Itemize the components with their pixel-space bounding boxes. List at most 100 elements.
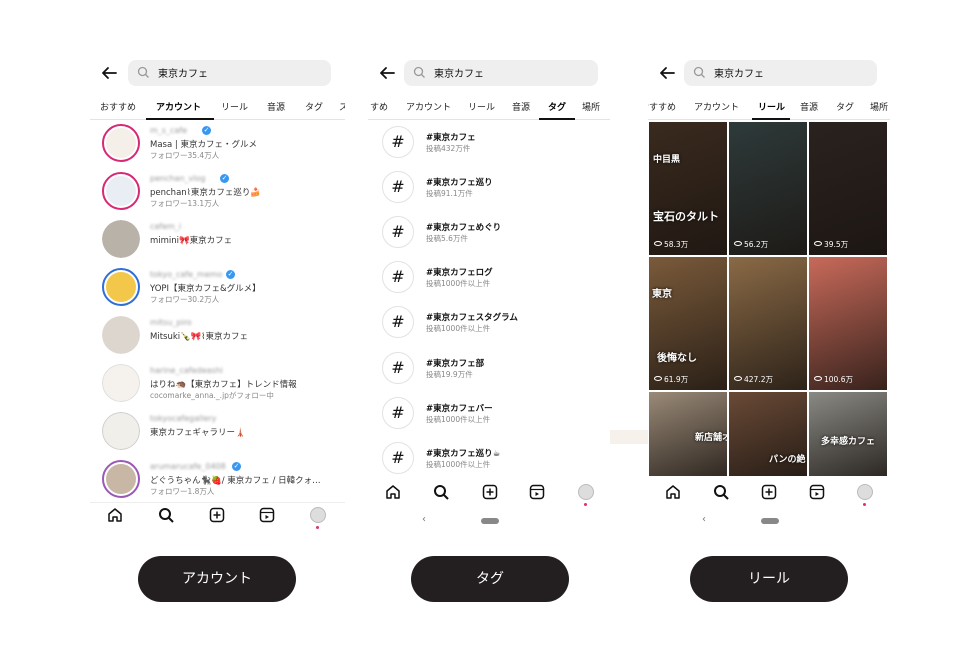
tags-caption-button[interactable]: タグ [411,556,569,602]
search-input[interactable]: 東京カフェ [404,60,598,86]
create-icon[interactable] [209,507,225,523]
search-input[interactable]: 東京カフェ [128,60,331,86]
search-tabs: すめ アカウント リール 音源 タグ 場所 [368,96,610,120]
tab-accounts[interactable]: アカウント [694,100,739,113]
reel-tile[interactable]: 56.2万 [729,122,807,255]
home-pill[interactable] [761,518,779,524]
account-name: mimini🎀東京カフェ [150,236,233,246]
avatar [102,172,140,210]
tab-accounts[interactable]: アカウント [156,100,201,113]
verified-badge-icon: ✓ [202,126,211,135]
profile-icon[interactable] [578,484,594,500]
tag-row[interactable]: # #東京カフェめぐり 投稿5.6万件 [368,212,610,257]
notification-dot [584,503,587,506]
search-icon[interactable] [433,484,449,500]
reel-overlay-title: 後悔なし [657,353,697,364]
tag-row[interactable]: # #東京カフェ部 投稿19.9万件 [368,348,610,393]
reel-tile[interactable]: 中目黒 宝石のタルト 58.3万 [649,122,727,255]
account-row[interactable]: harine_cafedeashi はりね🦔【東京カフェ】トレンド情報 coco… [90,360,345,408]
tab-audio[interactable]: 音源 [267,100,285,113]
back-chevron-icon[interactable]: ‹ [702,514,706,525]
reels-icon[interactable] [529,484,545,500]
tag-row[interactable]: # #東京カフェログ 投稿1000件以上件 [368,257,610,302]
reel-tile[interactable]: パンの絶 [729,392,807,476]
reel-thumbnail [809,122,887,255]
tag-name: #東京カフェログ [426,268,493,278]
reel-views: 61.9万 [654,374,688,385]
account-row[interactable]: m_s_cafe ✓ Masa | 東京カフェ・グルメ フォロワー35.4万人 [90,120,345,168]
account-row[interactable]: arumarucafe_0408 ✓ どぐうちゃん🐈‍⬛🍓/ 東京カフェ / 日… [90,456,345,504]
reel-overlay-title: 多幸感カフェ [821,437,876,447]
tab-places[interactable]: 場所 [582,100,600,113]
account-meta: フォロワー13.1万人 [150,199,220,208]
reel-tile[interactable]: 多幸感カフェ [809,392,887,476]
search-icon[interactable] [713,484,729,500]
tab-tags[interactable]: タグ [836,100,854,113]
accounts-caption-button[interactable]: アカウント [138,556,296,602]
tab-reels[interactable]: リール [468,100,495,113]
tag-row[interactable]: # #東京カフェスタグラム 投稿1000件以上件 [368,302,610,347]
account-meta: cocomarke_anna._.jpがフォロー中 [150,391,274,400]
hashtag-icon: # [382,352,414,384]
reel-tile[interactable]: 427.2万 [729,257,807,390]
search-input[interactable]: 東京カフェ [684,60,877,86]
back-arrow-icon[interactable] [378,64,396,82]
account-row[interactable]: tokyocafegallery 東京カフェギャラリー🗼 [90,408,345,456]
tag-row[interactable]: # #東京カフェ 投稿432万件 [368,122,610,167]
tab-recommended[interactable]: すめ [370,100,388,113]
reel-views: 100.6万 [814,374,853,385]
account-name: はりね🦔【東京カフェ】トレンド情報 [150,380,297,390]
avatar [102,412,140,450]
reels-icon[interactable] [259,507,275,523]
tab-audio[interactable]: 音源 [800,100,818,113]
search-query: 東京カフェ [158,69,208,80]
search-icon[interactable] [158,507,174,523]
search-icon [137,66,149,78]
bottom-nav [90,502,345,529]
avatar [102,124,140,162]
tab-tags[interactable]: タグ [305,100,323,113]
create-icon[interactable] [761,484,777,500]
reel-views: 56.2万 [734,239,768,250]
tab-places[interactable]: ス [339,100,345,113]
account-username: tokyo_cafe_memo [150,270,223,279]
profile-icon[interactable] [310,507,326,523]
account-username: cafem_i [150,222,182,231]
tab-recommended[interactable]: おすすめ [100,100,136,113]
reels-caption-button[interactable]: リール [690,556,848,602]
tab-places[interactable]: 場所 [870,100,888,113]
create-icon[interactable] [482,484,498,500]
tag-row[interactable]: # #東京カフェバー 投稿1000件以上件 [368,393,610,438]
reel-tile[interactable]: 39.5万 [809,122,887,255]
tab-audio[interactable]: 音源 [512,100,530,113]
reels-icon[interactable] [809,484,825,500]
search-icon [693,66,705,78]
account-row[interactable]: penchan_vlog ✓ penchan⌇東京カフェ巡り🍰 フォロワー13.… [90,168,345,216]
tag-name: #東京カフェ巡り [426,178,493,188]
tab-tags[interactable]: タグ [548,100,566,113]
reel-views: 58.3万 [654,239,688,250]
tab-recommended[interactable]: おすすめ [648,100,676,113]
home-pill[interactable] [481,518,499,524]
search-row: 東京カフェ [648,60,890,86]
home-icon[interactable] [107,507,123,523]
tab-reels[interactable]: リール [758,100,785,113]
hashtag-icon: # [382,261,414,293]
profile-icon[interactable] [857,484,873,500]
reel-tile[interactable]: 東京 後悔なし 61.9万 [649,257,727,390]
account-row[interactable]: tokyo_cafe_memo ✓ YOPI【東京カフェ&グルメ】 フォロワー3… [90,264,345,312]
tab-accounts[interactable]: アカウント [406,100,451,113]
tag-row[interactable]: # #東京カフェ巡り 投稿91.1万件 [368,167,610,212]
tab-reels[interactable]: リール [221,100,248,113]
back-arrow-icon[interactable] [658,64,676,82]
tag-row[interactable]: # #東京カフェ巡り☕ 投稿1000件以上件 [368,438,610,483]
reel-tile[interactable]: 新店舗オー [649,392,727,476]
home-icon[interactable] [385,484,401,500]
back-arrow-icon[interactable] [100,64,118,82]
back-chevron-icon[interactable]: ‹ [422,514,426,525]
home-icon[interactable] [665,484,681,500]
reel-overlay-title: パンの絶 [769,455,806,465]
account-row[interactable]: cafem_i mimini🎀東京カフェ [90,216,345,264]
reel-tile[interactable]: 100.6万 [809,257,887,390]
account-row[interactable]: mitsu_piro Mitsuki🍾🎀⌇東京カフェ [90,312,345,360]
